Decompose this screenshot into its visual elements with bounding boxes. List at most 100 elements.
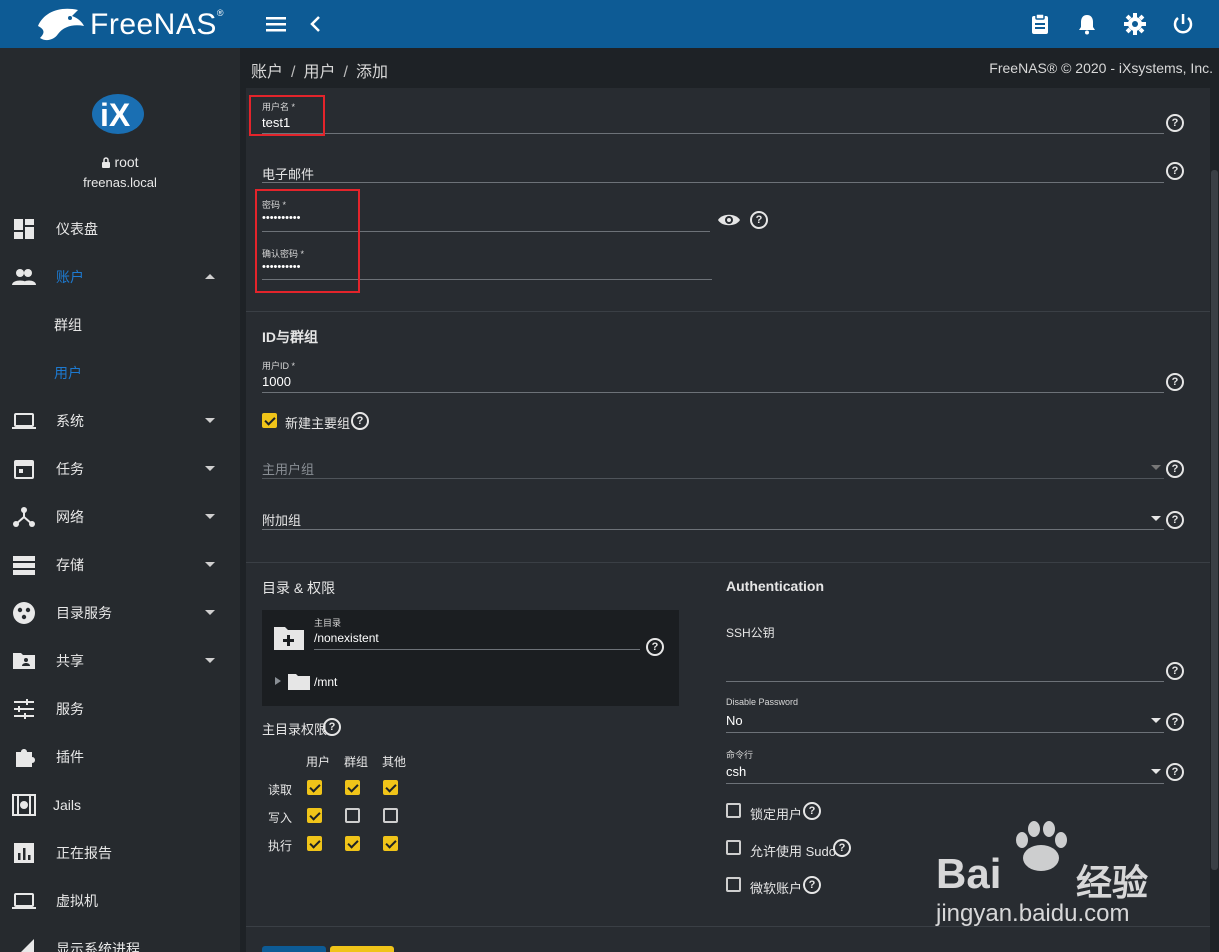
uid-underline xyxy=(262,392,1164,393)
user-host: freenas.local xyxy=(83,175,157,190)
watermark-brand2: 经验 xyxy=(1076,862,1149,903)
perm-col-other: 其他 xyxy=(382,755,407,769)
breadcrumb-accounts[interactable]: 账户 xyxy=(251,64,283,81)
perm-col-group: 群组 xyxy=(344,755,369,769)
help-icon[interactable]: ? xyxy=(1166,511,1184,529)
nav-services[interactable]: 服务 xyxy=(0,685,240,733)
chevron-down-icon xyxy=(205,418,215,423)
scrollbar-thumb[interactable] xyxy=(1211,170,1218,870)
allow-sudo-label: 允许使用 Sudo xyxy=(750,844,836,859)
nav-sharing[interactable]: 共享 xyxy=(0,637,240,685)
aux-groups-underline xyxy=(262,529,1164,530)
nav-dashboard[interactable]: 仪表盘 xyxy=(0,205,240,253)
nav-jails[interactable]: Jails xyxy=(0,781,240,829)
brand[interactable]: FreeNAS® xyxy=(0,0,240,48)
section-divider xyxy=(246,562,1210,563)
watermark-brand: Bai xyxy=(936,850,1002,897)
sidebar: iX root freenas.local 仪表盘 账户 群组 用户 系统 任务… xyxy=(0,48,240,952)
help-icon[interactable]: ? xyxy=(323,718,341,736)
nav-storage[interactable]: 存储 xyxy=(0,541,240,589)
perm-user-exec-checkbox[interactable] xyxy=(307,836,322,851)
perm-row-read: 读取 xyxy=(268,783,293,797)
top-bar: FreeNAS® xyxy=(0,0,1219,48)
perm-other-read-checkbox[interactable] xyxy=(383,780,398,795)
uid-input[interactable]: 1000 xyxy=(262,374,291,389)
network-icon xyxy=(13,507,35,527)
perm-group-read-checkbox[interactable] xyxy=(345,780,360,795)
directory-icon xyxy=(13,602,35,624)
help-icon[interactable]: ? xyxy=(803,802,821,820)
perm-group-exec-checkbox[interactable] xyxy=(345,836,360,851)
help-icon[interactable]: ? xyxy=(750,211,768,229)
help-icon[interactable]: ? xyxy=(1166,460,1184,478)
id-groups-title: ID与群组 xyxy=(262,329,318,345)
help-icon[interactable]: ? xyxy=(803,876,821,894)
lock-user-checkbox[interactable] xyxy=(726,803,741,818)
primary-group-select[interactable]: 主用户组 xyxy=(262,459,314,478)
chevron-down-icon xyxy=(205,658,215,663)
power-icon[interactable] xyxy=(1171,12,1195,36)
nav-network[interactable]: 网络 xyxy=(0,493,240,541)
nav-groups[interactable]: 群组 xyxy=(0,301,240,349)
bell-icon[interactable] xyxy=(1075,12,1099,36)
perm-other-write-checkbox[interactable] xyxy=(383,808,398,823)
help-icon[interactable]: ? xyxy=(351,412,369,430)
help-icon[interactable]: ? xyxy=(1166,373,1184,391)
perm-row-exec: 执行 xyxy=(268,839,293,853)
microsoft-account-checkbox[interactable] xyxy=(726,877,741,892)
eye-icon[interactable] xyxy=(717,211,741,229)
menu-icon[interactable] xyxy=(264,12,288,36)
perm-user-read-checkbox[interactable] xyxy=(307,780,322,795)
ssh-key-textarea[interactable] xyxy=(726,681,1164,682)
freenas-logo-icon xyxy=(38,8,84,41)
signal-icon xyxy=(21,939,34,952)
perm-other-exec-checkbox[interactable] xyxy=(383,836,398,851)
watermark-url: jingyan.baidu.com xyxy=(936,900,1130,927)
people-icon xyxy=(12,269,36,285)
email-input[interactable]: 电子邮件 xyxy=(262,164,314,183)
perm-row-write: 写入 xyxy=(268,811,293,825)
help-icon[interactable]: ? xyxy=(1166,114,1184,132)
nav-processes[interactable]: 显示系统进程 xyxy=(0,925,240,952)
disable-password-underline xyxy=(726,732,1164,733)
nav-vm[interactable]: 虚拟机 xyxy=(0,877,240,925)
aux-groups-select[interactable]: 附加组 xyxy=(262,510,301,529)
chevron-down-icon xyxy=(1151,769,1161,774)
help-icon[interactable]: ? xyxy=(1166,713,1184,731)
lock-user-label: 锁定用户 xyxy=(750,807,803,822)
allow-sudo-checkbox[interactable] xyxy=(726,840,741,855)
breadcrumb-users[interactable]: 用户 xyxy=(303,64,335,81)
folder-add-icon[interactable] xyxy=(273,625,305,651)
help-icon[interactable]: ? xyxy=(833,839,851,857)
tree-node-mnt[interactable]: /mnt xyxy=(314,675,337,689)
shell-select[interactable]: csh xyxy=(726,764,746,779)
cancel-button[interactable] xyxy=(330,946,394,952)
home-dir-input[interactable]: /nonexistent xyxy=(314,631,379,645)
perm-group-write-checkbox[interactable] xyxy=(345,808,360,823)
nav-system[interactable]: 系统 xyxy=(0,397,240,445)
gear-icon[interactable] xyxy=(1123,12,1147,36)
nav-plugins[interactable]: 插件 xyxy=(0,733,240,781)
save-button[interactable] xyxy=(262,946,326,952)
jail-icon xyxy=(12,794,36,816)
chevron-right-icon[interactable] xyxy=(275,677,281,685)
help-icon[interactable]: ? xyxy=(646,638,664,656)
help-icon[interactable]: ? xyxy=(1166,662,1184,680)
nav-tasks[interactable]: 任务 xyxy=(0,445,240,493)
nav-directory-services[interactable]: 目录服务 xyxy=(0,589,240,637)
nav-users[interactable]: 用户 xyxy=(0,349,240,397)
new-primary-group-checkbox[interactable] xyxy=(262,413,277,428)
chevron-left-icon[interactable] xyxy=(304,12,328,36)
folder-shared-icon xyxy=(13,653,35,669)
perm-user-write-checkbox[interactable] xyxy=(307,808,322,823)
laptop-icon xyxy=(12,413,36,429)
microsoft-account-label: 微软账户 xyxy=(750,881,803,896)
help-icon[interactable]: ? xyxy=(1166,763,1184,781)
breadcrumb-add: 添加 xyxy=(355,64,388,81)
nav-accounts[interactable]: 账户 xyxy=(0,253,240,301)
help-icon[interactable]: ? xyxy=(1166,162,1184,180)
chevron-down-icon xyxy=(205,562,215,567)
disable-password-select[interactable]: No xyxy=(726,713,743,728)
clipboard-icon[interactable] xyxy=(1028,12,1052,36)
nav-reporting[interactable]: 正在报告 xyxy=(0,829,240,877)
